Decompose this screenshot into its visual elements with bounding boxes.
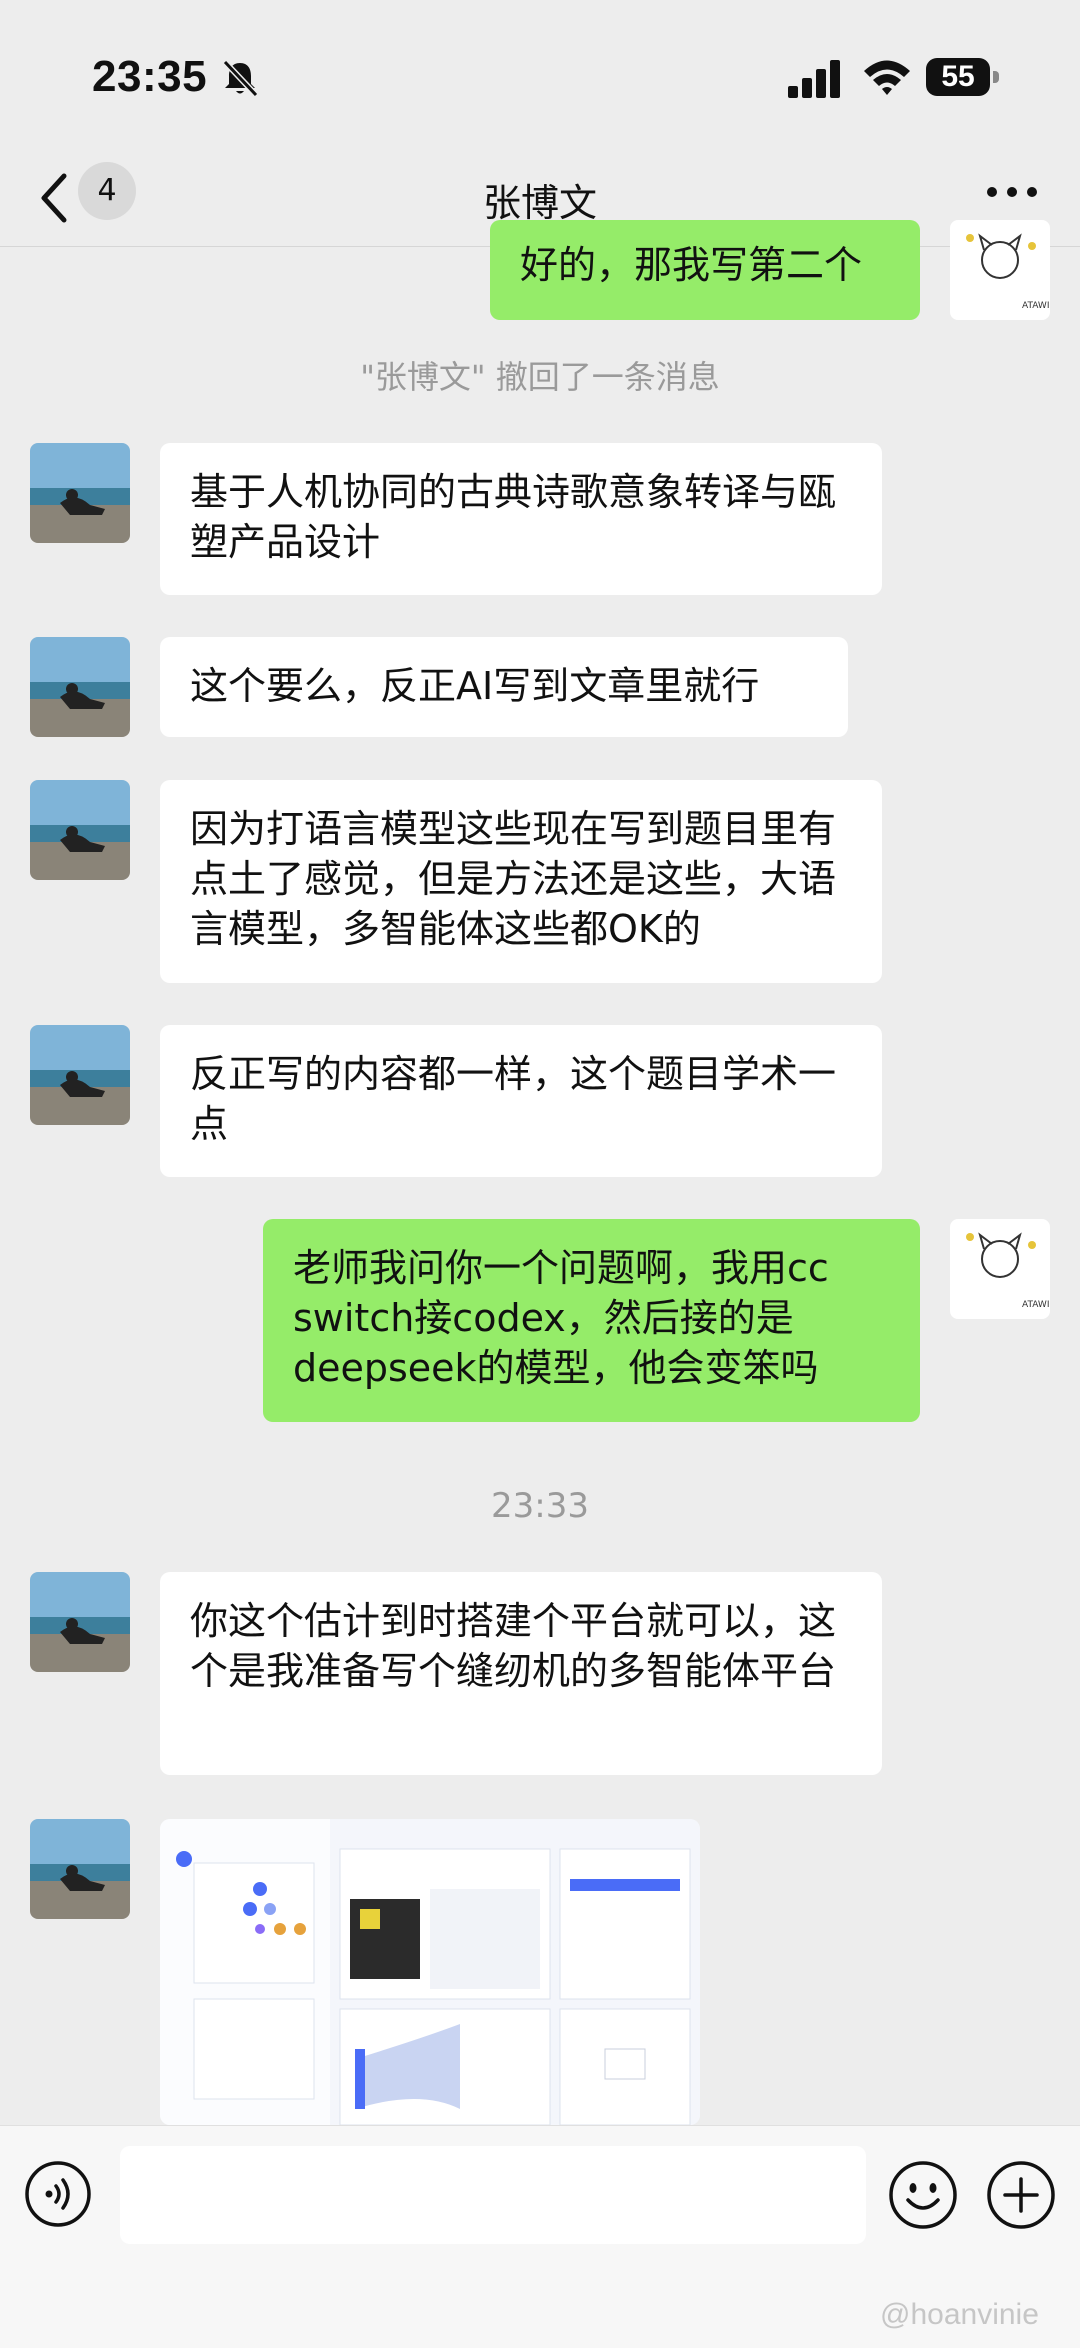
contact-avatar[interactable] <box>30 637 130 737</box>
contact-avatar[interactable] <box>30 1819 130 1919</box>
image-message-thumbnail[interactable] <box>160 1819 700 2125</box>
battery-tip <box>993 71 999 83</box>
message-bubble-incoming[interactable]: 这个要么，反正AI写到文章里就行 <box>160 637 848 737</box>
plus-icon[interactable] <box>986 2160 1056 2230</box>
message-bubble-incoming[interactable]: 基于人机协同的古典诗歌意象转译与瓯塑产品设计 <box>160 443 882 595</box>
message-input[interactable] <box>120 2146 866 2244</box>
mute-bell-icon <box>222 59 259 98</box>
recall-notice: "张博文" 撤回了一条消息 <box>360 358 720 396</box>
my-avatar[interactable]: ATAWI <box>950 220 1050 320</box>
message-bubble-incoming[interactable]: 反正写的内容都一样，这个题目学术一点 <box>160 1025 882 1177</box>
timestamp: 23:33 <box>491 1486 589 1526</box>
more-dots-icon[interactable] <box>984 172 1040 212</box>
message-bubble-incoming[interactable]: 你这个估计到时搭建个平台就可以，这个是我准备写个缝纫机的多智能体平台 <box>160 1572 882 1775</box>
svg-text:ATAWI: ATAWI <box>1022 301 1049 311</box>
battery-level: 55 <box>926 58 990 96</box>
status-bar: 23:35 55 <box>0 0 1080 150</box>
status-time: 23:35 <box>92 52 208 101</box>
contact-name-title: 张博文 <box>482 181 597 225</box>
message-bubble-outgoing[interactable]: 好的，那我写第二个 <box>490 220 920 320</box>
voice-icon[interactable] <box>24 2160 92 2228</box>
message-bubble-outgoing[interactable]: 老师我问你一个问题啊，我用cc switch接codex，然后接的是deepse… <box>263 1219 920 1422</box>
wifi-icon <box>864 60 910 95</box>
emoji-icon[interactable] <box>888 2160 958 2230</box>
contact-avatar[interactable] <box>30 1572 130 1672</box>
contact-avatar[interactable] <box>30 780 130 880</box>
watermark: @hoanvinie <box>880 2298 1039 2331</box>
signal-icon <box>788 60 840 98</box>
contact-avatar[interactable] <box>30 1025 130 1125</box>
svg-text:ATAWI: ATAWI <box>1022 1300 1049 1310</box>
message-bubble-incoming[interactable]: 因为打语言模型这些现在写到题目里有点土了感觉，但是方法还是这些，大语言模型，多智… <box>160 780 882 983</box>
my-avatar[interactable]: ATAWI <box>950 1219 1050 1319</box>
battery-icon: 55 <box>926 58 1002 98</box>
contact-avatar[interactable] <box>30 443 130 543</box>
